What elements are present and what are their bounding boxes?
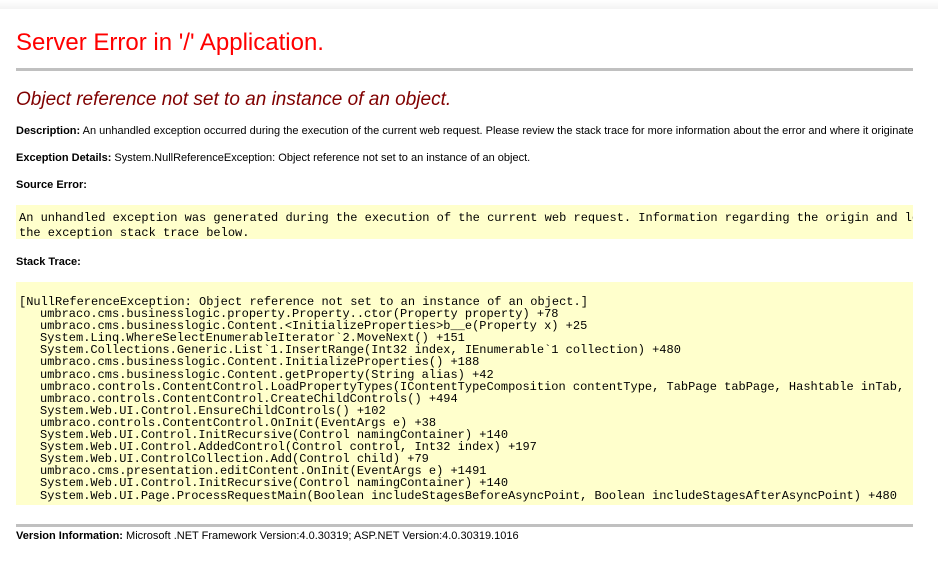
stack-trace-row: Stack Trace: xyxy=(16,255,913,269)
version-info-row: Version Information: Microsoft .NET Fram… xyxy=(16,529,913,543)
description-row: Description: An unhandled exception occu… xyxy=(16,124,913,138)
source-error-label: Source Error: xyxy=(16,179,87,191)
version-info-label: Version Information: xyxy=(16,530,123,542)
top-gradient-bar xyxy=(0,0,938,9)
stack-trace-label: Stack Trace: xyxy=(16,256,81,268)
version-divider xyxy=(16,524,913,527)
source-error-box[interactable]: An unhandled exception was generated dur… xyxy=(16,205,913,239)
stack-frame: System.Web.UI.Control.InitRecursive(Cont… xyxy=(40,476,509,491)
stack-frame: umbraco.controls.ContentControl.LoadProp… xyxy=(40,379,905,394)
description-label: Description: xyxy=(16,125,81,137)
description-text: An unhandled exception occurred during t… xyxy=(82,125,913,137)
source-error-line: the exception stack trace below. xyxy=(19,226,250,239)
source-error-line: An unhandled exception was generated dur… xyxy=(19,211,913,225)
page-title: Server Error in '/' Application. xyxy=(16,29,324,56)
stack-frame: umbraco.cms.businesslogic.Content.Initia… xyxy=(40,355,480,370)
version-info-text: Microsoft .NET Framework Version:4.0.303… xyxy=(126,530,519,542)
exception-details-text: System.NullReferenceException: Object re… xyxy=(114,152,531,164)
error-page: Server Error in '/' Application. Object … xyxy=(0,0,938,567)
stack-frame: umbraco.cms.businesslogic.Content.getPro… xyxy=(40,367,494,382)
stack-trace-box[interactable]: [NullReferenceException: Object referenc… xyxy=(16,282,913,505)
source-error-row: Source Error: xyxy=(16,178,913,192)
title-divider xyxy=(16,68,913,71)
error-message: Object reference not set to an instance … xyxy=(16,89,452,110)
exception-details-row: Exception Details: System.NullReferenceE… xyxy=(16,151,913,165)
exception-details-label: Exception Details: xyxy=(16,152,112,164)
stack-frame: System.Web.UI.Page.ProcessRequestMain(Bo… xyxy=(40,488,897,503)
